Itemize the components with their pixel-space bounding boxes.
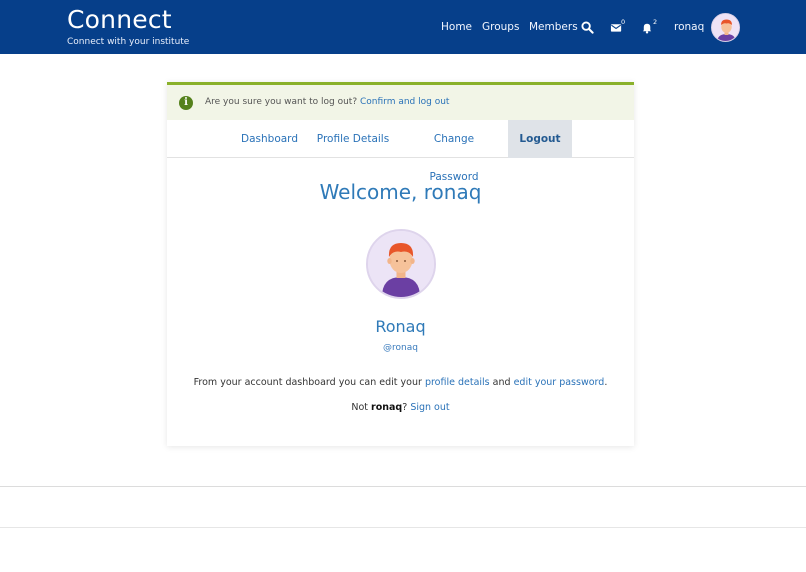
tab-dashboard[interactable]: Dashboard — [234, 120, 305, 158]
tab-profile-details[interactable]: Profile Details — [315, 120, 391, 158]
footer-divider-top — [0, 486, 806, 487]
account-card: i Are you sure you want to log out? Conf… — [167, 82, 634, 446]
alert-message: Are you sure you want to log out? Confir… — [205, 97, 449, 107]
top-navbar: Connect Connect with your institute Home… — [0, 0, 806, 54]
tab-logout[interactable]: Logout — [508, 120, 572, 158]
confirm-logout-link[interactable]: Confirm and log out — [360, 97, 449, 107]
dash-text-before: From your account dashboard you can edit… — [193, 377, 422, 388]
dash-text-after: . — [604, 377, 608, 388]
search-icon[interactable] — [581, 19, 595, 34]
footer-divider-bottom — [0, 527, 806, 528]
sign-out-link[interactable]: Sign out — [410, 402, 449, 413]
dashboard-info-text: From your account dashboard you can edit… — [167, 377, 634, 388]
tab-change-password[interactable]: Change Password — [408, 120, 500, 183]
profile-handle: @ronaq — [383, 343, 418, 353]
welcome-heading: Welcome, ronaq — [319, 180, 482, 204]
nav-username-link[interactable]: ronaq — [674, 21, 704, 33]
account-tabs: Dashboard Profile Details Change Passwor… — [167, 120, 634, 183]
not-username: ronaq — [371, 402, 403, 413]
dash-text-and: and — [492, 377, 511, 388]
not-user-text: Not ronaq? Sign out — [167, 402, 634, 413]
main-nav: Home Groups Members 0 2 ronaq — [0, 0, 806, 54]
notifications-count-badge: 2 — [653, 18, 658, 26]
edit-password-link[interactable]: edit your password — [514, 377, 605, 388]
profile-name: Ronaq — [375, 317, 426, 336]
logout-confirm-alert: i Are you sure you want to log out? Conf… — [167, 82, 634, 120]
alert-text: Are you sure you want to log out? — [205, 97, 358, 107]
not-label: Not — [351, 402, 369, 413]
user-avatar[interactable] — [711, 13, 740, 42]
info-icon: i — [179, 96, 193, 110]
nav-home-link[interactable]: Home — [441, 21, 472, 33]
not-question: ? — [402, 402, 408, 413]
profile-avatar — [366, 229, 436, 299]
profile-details-link[interactable]: profile details — [425, 377, 490, 388]
nav-groups-link[interactable]: Groups — [482, 21, 519, 33]
messages-count-badge: 0 — [621, 18, 626, 26]
nav-members-link[interactable]: Members — [529, 21, 578, 33]
